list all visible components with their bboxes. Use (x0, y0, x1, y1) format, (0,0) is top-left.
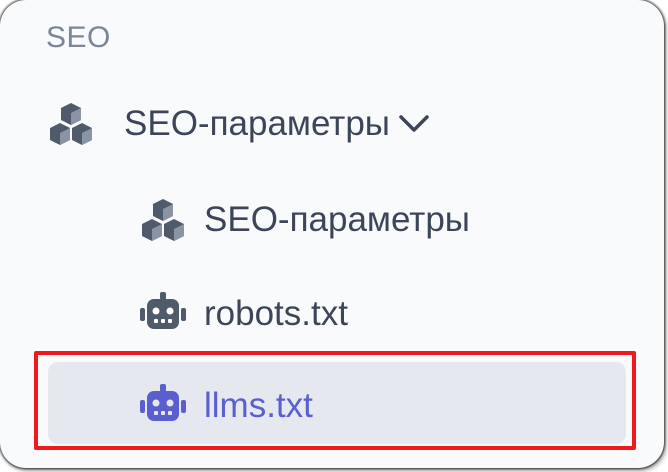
cubes-icon (46, 99, 96, 149)
sidebar-group-label: SEO-параметры (124, 104, 390, 143)
cubes-icon (138, 195, 188, 245)
sidebar-item-robots[interactable]: robots.txt (138, 284, 348, 344)
robot-icon (138, 289, 188, 339)
section-title: SEO (46, 21, 111, 54)
sidebar-item-seo-params[interactable]: SEO-параметры (138, 190, 470, 250)
chevron-down-icon[interactable] (398, 107, 432, 141)
sidebar-item-label: SEO-параметры (204, 200, 470, 239)
sidebar-item-label: robots.txt (204, 294, 348, 333)
sidebar-panel: SEO SEO-параметры SEO-параметры robots.t… (0, 0, 664, 468)
highlight-box (34, 351, 636, 450)
sidebar-group-seo-params[interactable]: SEO-параметры (46, 94, 432, 154)
